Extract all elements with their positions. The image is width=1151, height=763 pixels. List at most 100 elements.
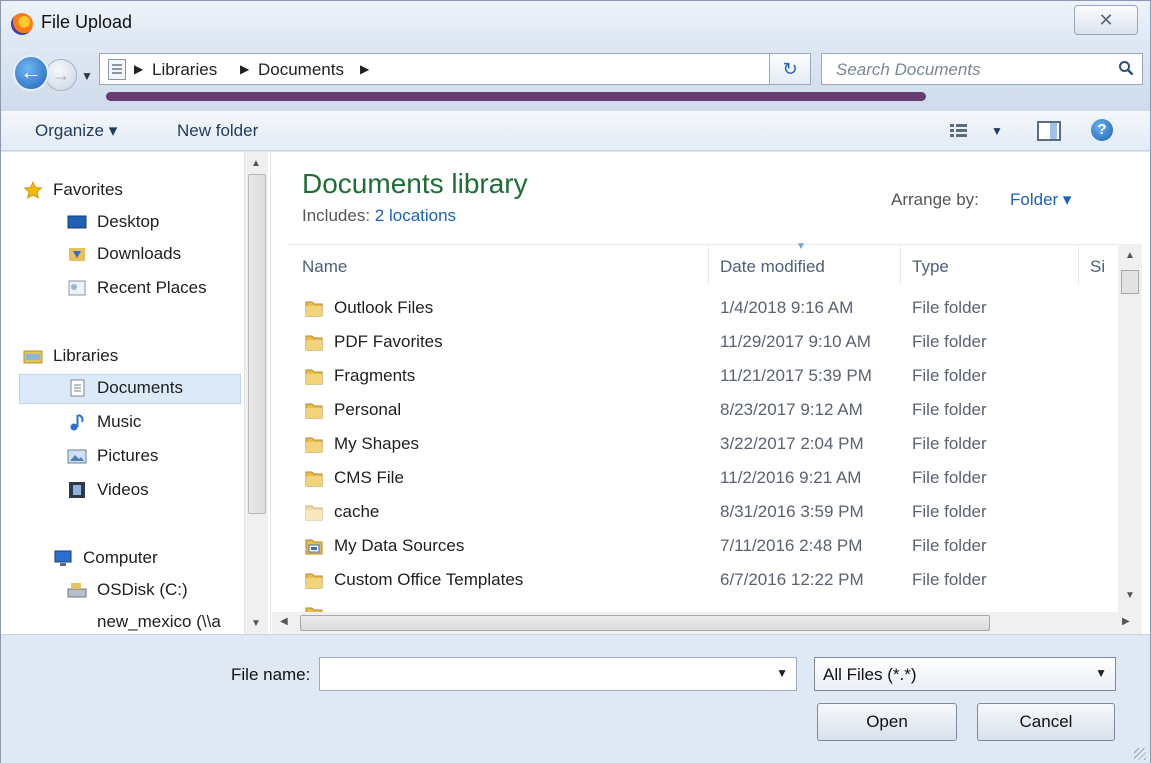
change-view-icon[interactable] <box>949 122 969 140</box>
file-type-dropdown-icon[interactable]: ▼ <box>1095 666 1107 680</box>
file-name-label: File name: <box>231 665 311 684</box>
new-folder-button[interactable]: New folder <box>177 121 258 141</box>
list-item[interactable]: Outlook Files 1/4/2018 9:16 AM File fold… <box>288 294 1108 326</box>
sidebar-item-label: Music <box>97 412 142 431</box>
sidebar-item-documents[interactable]: Documents <box>70 378 183 398</box>
list-item[interactable]: Custom Office Templates 6/7/2016 12:22 P… <box>288 566 1108 598</box>
list-item[interactable]: My Shapes 3/22/2017 2:04 PM File folder <box>288 430 1108 462</box>
file-type: File folder <box>912 298 987 317</box>
list-item[interactable]: Personal 8/23/2017 9:12 AM File folder <box>288 396 1108 428</box>
address-bar[interactable]: ▶ Libraries ▶ Documents ▶ ▼ <box>99 53 799 85</box>
folder-icon <box>305 403 323 419</box>
breadcrumb-separator-icon[interactable]: ▶ <box>134 62 143 76</box>
help-icon[interactable]: ? <box>1091 119 1113 141</box>
preview-pane-icon[interactable] <box>1037 121 1061 141</box>
list-item[interactable]: PDF Favorites 11/29/2017 9:10 AM File fo… <box>288 328 1108 360</box>
file-name: PDF Favorites <box>334 332 443 351</box>
column-header-size[interactable]: Si <box>1090 257 1105 277</box>
scrollbar-thumb[interactable] <box>1121 270 1139 294</box>
back-button[interactable]: ← <box>13 55 49 91</box>
column-divider[interactable] <box>708 245 709 285</box>
sort-indicator-icon: ▼ <box>796 241 806 252</box>
file-name-input[interactable]: ▼ <box>319 657 797 691</box>
file-type-select[interactable]: All Files (*.*) ▼ <box>814 657 1116 691</box>
recent-locations-dropdown-icon[interactable]: ▼ <box>81 69 93 83</box>
file-list-vertical-scrollbar[interactable]: ▲ ▼ <box>1118 244 1142 612</box>
search-icon[interactable] <box>1118 60 1134 76</box>
cancel-button[interactable]: Cancel <box>977 703 1115 741</box>
sidebar-item-pictures[interactable]: Pictures <box>67 446 158 466</box>
downloads-icon <box>69 248 85 261</box>
scrollbar-thumb[interactable] <box>248 174 266 514</box>
sidebar-item-downloads[interactable]: Downloads <box>69 244 182 264</box>
column-header-name[interactable]: Name <box>302 257 347 277</box>
file-type: File folder <box>912 332 987 351</box>
sidebar-item-computer[interactable]: Computer <box>54 548 158 568</box>
sidebar-item-libraries[interactable]: Libraries <box>23 346 119 366</box>
file-name: cache <box>334 502 380 521</box>
file-name: Fragments <box>334 366 416 385</box>
search-input[interactable]: Search Documents <box>821 53 1143 85</box>
sidebar-item-label: Documents <box>97 378 183 397</box>
column-divider[interactable] <box>900 245 901 285</box>
close-button[interactable]: ✕ <box>1074 5 1138 35</box>
sidebar-item-music[interactable]: Music <box>70 412 142 432</box>
breadcrumb-separator-icon[interactable]: ▶ <box>360 62 369 76</box>
scrollbar-thumb[interactable] <box>300 615 990 631</box>
file-name-dropdown-icon[interactable]: ▼ <box>776 666 788 680</box>
file-date: 8/23/2017 9:12 AM <box>720 400 863 419</box>
scroll-down-icon[interactable]: ▼ <box>251 618 261 629</box>
sidebar-item-label: Computer <box>83 548 158 567</box>
column-divider[interactable] <box>1078 245 1079 285</box>
list-item[interactable]: cache 8/31/2016 3:59 PM File folder <box>288 498 1108 530</box>
file-list-pane: Documents library Includes: 2 locations … <box>272 152 1151 634</box>
scroll-left-icon[interactable]: ◀ <box>280 616 288 627</box>
sidebar-item-network-drive[interactable]: new_mexico (\\a <box>97 612 245 632</box>
scroll-up-icon[interactable]: ▲ <box>251 158 261 169</box>
file-date: 6/7/2016 12:22 PM <box>720 570 864 589</box>
breadcrumb-documents[interactable]: Documents <box>258 60 344 80</box>
list-item-partial[interactable] <box>288 600 1108 612</box>
breadcrumb-separator-icon[interactable]: ▶ <box>240 62 249 76</box>
sidebar-item-recent-places[interactable]: Recent Places <box>68 278 207 298</box>
arrange-by-dropdown[interactable]: Folder ▾ <box>1010 190 1071 210</box>
sidebar-item-label: Libraries <box>53 346 119 365</box>
file-date: 8/31/2016 3:59 PM <box>720 502 864 521</box>
sidebar-item-osdisk[interactable]: OSDisk (C:) <box>67 580 188 600</box>
file-list-horizontal-scrollbar[interactable]: ◀ ▶ <box>272 612 1142 634</box>
scroll-down-icon[interactable]: ▼ <box>1125 590 1135 601</box>
list-item[interactable]: Fragments 11/21/2017 5:39 PM File folder <box>288 362 1108 394</box>
resize-grip-icon[interactable] <box>1134 748 1146 760</box>
breadcrumb-libraries[interactable]: Libraries <box>152 60 217 80</box>
open-button[interactable]: Open <box>817 703 957 741</box>
refresh-button[interactable]: ↻ <box>769 53 811 85</box>
list-item[interactable]: CMS File 11/2/2016 9:21 AM File folder <box>288 464 1108 496</box>
folder-icon <box>305 573 323 589</box>
scroll-right-icon[interactable]: ▶ <box>1122 616 1130 627</box>
file-date: 11/2/2016 9:21 AM <box>720 468 862 487</box>
dialog-footer: File name: ▼ All Files (*.*) ▼ Open Canc… <box>1 634 1150 763</box>
sidebar-item-videos[interactable]: Videos <box>69 480 149 500</box>
firefox-icon <box>11 13 33 35</box>
view-dropdown-icon[interactable]: ▼ <box>991 124 1003 138</box>
file-type: File folder <box>912 502 987 521</box>
file-date: 11/21/2017 5:39 PM <box>720 366 872 385</box>
title-bar: File Upload ✕ <box>1 1 1150 45</box>
folder-icon <box>305 335 323 351</box>
sidebar-item-desktop[interactable]: Desktop <box>67 212 159 232</box>
locations-link[interactable]: 2 locations <box>375 206 456 225</box>
column-header-date[interactable]: Date modified <box>720 257 825 277</box>
sidebar-item-favorites[interactable]: Favorites <box>23 180 123 200</box>
star-icon <box>23 181 43 199</box>
file-name: Personal <box>334 400 402 419</box>
folder-icon <box>305 505 323 521</box>
sidebar-item-label: Downloads <box>97 244 182 263</box>
file-name: CMS File <box>334 468 404 487</box>
organize-button[interactable]: Organize ▾ <box>35 121 117 141</box>
column-header-type[interactable]: Type <box>912 257 949 277</box>
scroll-up-icon[interactable]: ▲ <box>1125 250 1135 261</box>
list-item[interactable]: My Data Sources 7/11/2016 2:48 PM File f… <box>288 532 1108 564</box>
file-type: File folder <box>912 570 987 589</box>
forward-button[interactable]: → <box>45 59 77 91</box>
navigation-pane-scrollbar[interactable]: ▲ ▼ <box>244 152 268 634</box>
